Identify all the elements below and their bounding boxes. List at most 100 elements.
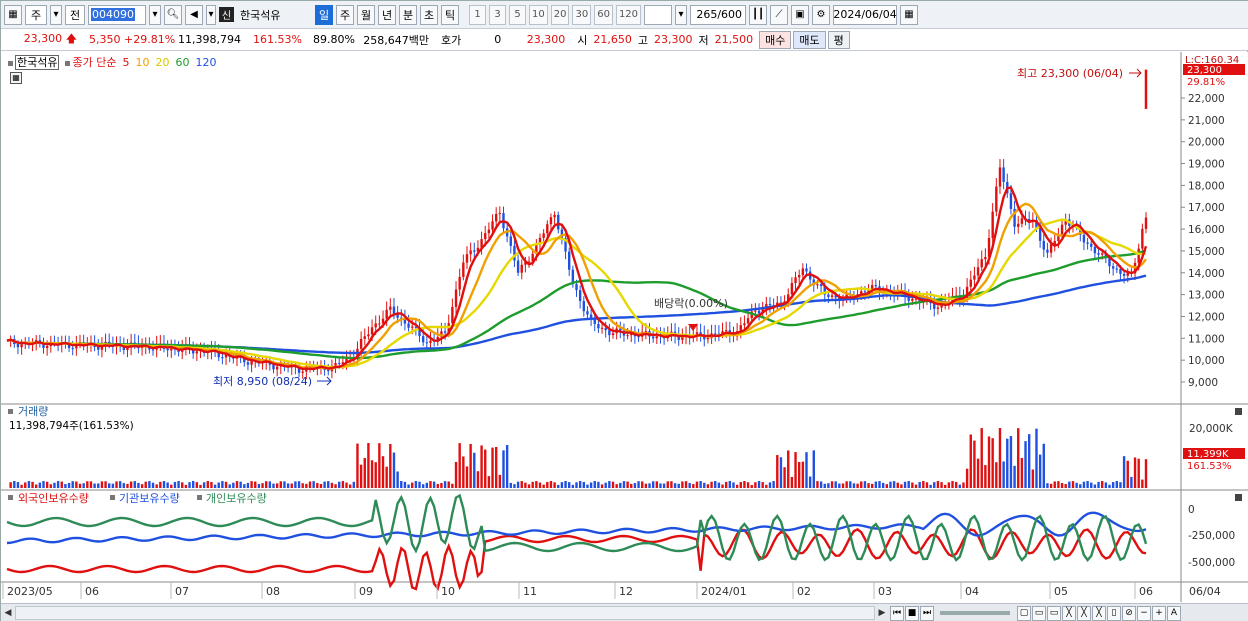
volume-bar (436, 484, 439, 488)
volume-bar (564, 481, 567, 488)
view-icon-2[interactable]: ▭ (1032, 605, 1046, 621)
period-second-tab[interactable]: 초 (420, 4, 438, 25)
nav-first-icon[interactable]: ⏮ (890, 605, 904, 621)
view-icon-3[interactable]: ▭ (1047, 605, 1061, 621)
interval-dropdown-icon[interactable]: ▾ (675, 4, 688, 25)
volume-bar (710, 481, 713, 488)
scroll-track[interactable] (15, 606, 875, 620)
volume-bar (1130, 476, 1133, 488)
volume-bar (1122, 456, 1126, 488)
volume-bar (834, 481, 837, 488)
prev-button[interactable]: 전 (65, 4, 85, 25)
volume-bar (1111, 482, 1115, 488)
nav-last-icon[interactable]: ⏭ (920, 605, 934, 621)
volume-bar (1027, 434, 1031, 488)
count-input[interactable]: 265/600 (690, 4, 747, 25)
speaker-icon[interactable]: ◀ (185, 4, 203, 25)
eval-button[interactable]: 평 (827, 30, 850, 49)
volume-value: 11,398,794 (178, 33, 241, 46)
candle-body (608, 330, 611, 336)
view-icon-7[interactable]: ▯ (1107, 605, 1121, 621)
high-annotation: 최고 23,300 (06/04) (1017, 67, 1123, 80)
date-input[interactable]: 2024/06/04 (833, 4, 898, 25)
turnover-rate: 89.80% (313, 33, 355, 46)
legend-ma-120: 120 (195, 55, 217, 69)
price-y-tick: 12,000 (1188, 311, 1225, 323)
candle-body (706, 338, 710, 340)
volume-pane-close-icon[interactable] (1235, 408, 1242, 415)
save-icon[interactable]: ▣ (791, 4, 810, 25)
candle-body (754, 310, 757, 312)
interval-input[interactable] (644, 4, 673, 25)
zoom-in-icon[interactable]: + (1152, 605, 1166, 621)
volume-bar (655, 481, 659, 488)
volume-bar (268, 481, 272, 488)
holding-pane-close-icon[interactable] (1235, 494, 1242, 501)
interval-3[interactable]: 3 (489, 4, 506, 25)
volume-bar (600, 484, 604, 488)
period-year-tab[interactable]: 년 (378, 4, 396, 25)
period-month-tab[interactable]: 월 (357, 4, 375, 25)
table-toggle-icon[interactable]: ▦ (10, 72, 22, 84)
stock-code-input[interactable]: 004090 (88, 4, 146, 25)
view-icon-5[interactable]: ╳ (1077, 605, 1091, 621)
interval-60[interactable]: 60 (594, 4, 613, 25)
candle-body (421, 336, 425, 343)
scroll-left-icon[interactable]: ◀ (1, 605, 15, 621)
zoom-fit-icon[interactable]: ⊘ (1122, 605, 1136, 621)
search-icon[interactable]: 🔍︎ (164, 4, 182, 25)
interval-5[interactable]: 5 (509, 4, 526, 25)
volume-bar (651, 481, 655, 488)
volume-bar (783, 467, 786, 488)
interval-10[interactable]: 10 (529, 4, 548, 25)
interval-30[interactable]: 30 (572, 4, 592, 25)
volume-bar (352, 481, 356, 488)
buy-button[interactable]: 매수 (759, 30, 792, 49)
period-week-tab[interactable]: 주 (336, 4, 354, 25)
period-day-tab[interactable]: 일 (315, 4, 333, 25)
code-dropdown-icon[interactable]: ▾ (149, 4, 161, 25)
zoom-out-icon[interactable]: − (1137, 605, 1151, 621)
volume-bar (608, 481, 611, 488)
volume-bar (779, 457, 783, 488)
zoom-slider[interactable] (940, 611, 1010, 615)
interval-1[interactable]: 1 (469, 4, 486, 25)
bottom-scrollbar[interactable]: ◀ ▶ ⏮ ■ ⏭ ▢ ▭ ▭ ╳ ╳ ╳ ▯ ⊘ − + A (1, 603, 1248, 621)
calendar-icon[interactable]: ▦ (900, 4, 919, 25)
chart-type-icon[interactable]: ▦ (4, 4, 22, 25)
market-select[interactable]: 주 (25, 4, 47, 25)
candle-body (425, 342, 429, 344)
view-icon-1[interactable]: ▢ (1017, 605, 1031, 621)
volume-bar (31, 481, 34, 488)
view-icon-4[interactable]: ╳ (1062, 605, 1076, 621)
sell-button[interactable]: 매도 (793, 30, 826, 49)
volume-bar (1035, 428, 1038, 488)
line-tool-icon[interactable]: ⟋ (770, 4, 789, 25)
market-dropdown-icon[interactable]: ▾ (50, 4, 62, 25)
candle-icon[interactable]: ┃┃ (749, 4, 768, 25)
candle-body (378, 323, 381, 325)
speaker-dropdown-icon[interactable]: ▾ (206, 4, 216, 25)
candle-body (367, 334, 370, 337)
volume-bar (498, 474, 502, 488)
scroll-right-icon[interactable]: ▶ (875, 605, 889, 621)
volume-bar (272, 483, 275, 488)
volume-bar (1119, 482, 1122, 488)
candle-body (827, 294, 830, 297)
volume-bar (940, 482, 943, 488)
volume-bar (911, 482, 914, 488)
font-size-icon[interactable]: A (1167, 605, 1181, 621)
volume-bar (89, 481, 93, 488)
period-tick-tab[interactable]: 틱 (441, 4, 459, 25)
legend-stock-name: 한국석유 (15, 55, 60, 70)
view-icon-6[interactable]: ╳ (1092, 605, 1106, 621)
interval-20[interactable]: 20 (550, 4, 570, 25)
gear-icon[interactable]: ⚙ (812, 4, 831, 25)
nav-stop-icon[interactable]: ■ (905, 605, 919, 621)
interval-120[interactable]: 120 (615, 4, 642, 25)
volume-bar (264, 481, 268, 488)
chart-area[interactable]: 22,000 21,000 20,000 19,000 18,000 17,000 16,0… (1, 52, 1248, 604)
period-minute-tab[interactable]: 분 (399, 4, 417, 25)
volume-bar (451, 483, 454, 488)
chart-canvas[interactable]: 22,000 21,000 20,000 19,000 18,000 17,000 16,0… (1, 52, 1248, 604)
